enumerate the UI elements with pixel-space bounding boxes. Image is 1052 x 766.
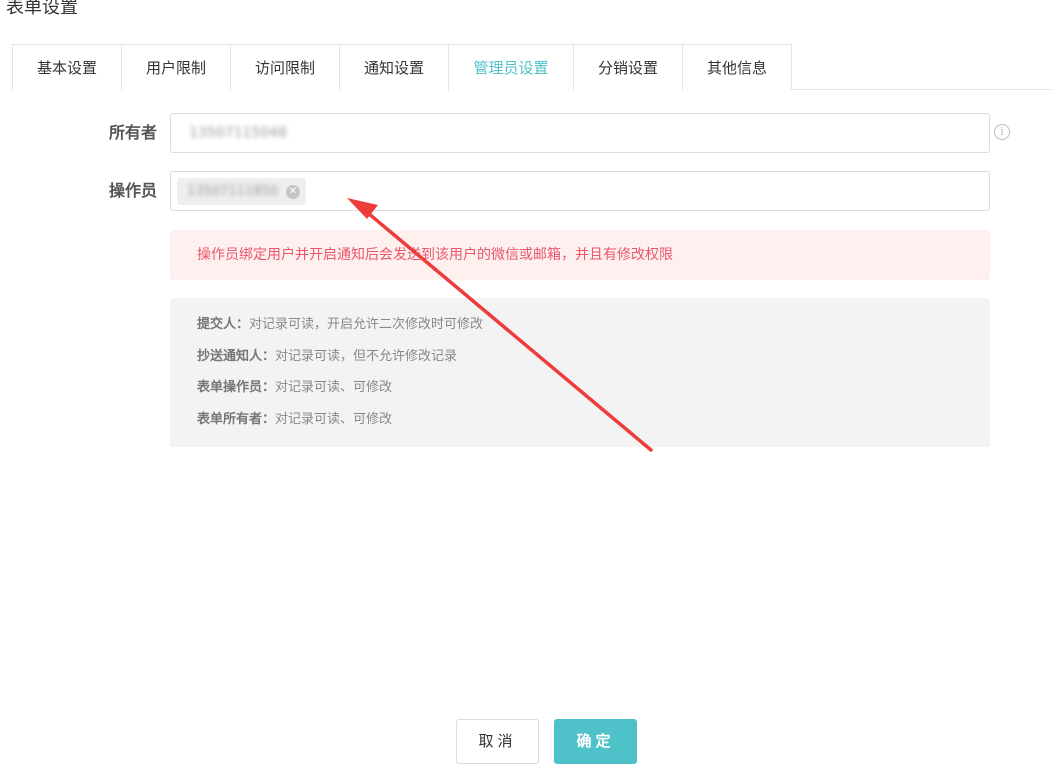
operator-tag-value: 13507111850: [187, 184, 278, 199]
role-name: 表单操作员：: [197, 380, 276, 395]
close-circle-icon[interactable]: ✕: [285, 184, 300, 199]
form-settings-page: 表单设置 基本设置 用户限制 访问限制 通知设置 管理员设置 分销设置 其他信息…: [0, 0, 1052, 766]
role-desc: 对记录可读，但不允许修改记录: [275, 348, 458, 364]
tab-user-limits[interactable]: 用户限制: [121, 44, 230, 90]
operator-tag: 13507111850 ✕: [177, 178, 306, 205]
owner-label: 所有者: [108, 123, 157, 142]
role-name: 表单所有者：: [197, 411, 276, 427]
tab-admin-settings[interactable]: 管理员设置: [448, 44, 573, 91]
role-item: 抄送通知人：对记录可读，但不允许修改记录: [197, 349, 990, 365]
confirm-button[interactable]: 确定: [554, 719, 637, 764]
role-desc: 对记录可读、可修改: [275, 411, 393, 427]
info-circle-icon[interactable]: i: [994, 124, 1010, 140]
role-name: 抄送通知人：: [197, 348, 276, 364]
role-item: 表单操作员：对记录可读、可修改: [197, 380, 990, 396]
cancel-button[interactable]: 取消: [456, 719, 539, 764]
role-permissions-box: 提交人：对记录可读，开启允许二次修改时可修改 抄送通知人：对记录可读，但不允许修…: [170, 298, 990, 447]
tab-bar: 基本设置 用户限制 访问限制 通知设置 管理员设置 分销设置 其他信息: [12, 44, 1052, 91]
tab-notification-settings[interactable]: 通知设置: [339, 44, 448, 90]
role-desc: 对记录可读，开启允许二次修改时可修改: [249, 317, 484, 332]
tab-basic-settings[interactable]: 基本设置: [12, 44, 121, 90]
role-name: 提交人：: [197, 317, 250, 332]
operator-input[interactable]: 13507111850 ✕: [170, 171, 990, 211]
owner-value: 13507115048: [189, 125, 287, 141]
role-item: 提交人：对记录可读，开启允许二次修改时可修改: [197, 317, 990, 333]
tab-other-info[interactable]: 其他信息: [682, 44, 792, 90]
role-item: 表单所有者：对记录可读、可修改: [197, 412, 990, 428]
operator-notice-alert: 操作员绑定用户并开启通知后会发送到该用户的微信或邮箱，并且有修改权限: [170, 230, 990, 280]
operator-label: 操作员: [108, 181, 157, 200]
tab-distribution-settings[interactable]: 分销设置: [573, 44, 682, 90]
role-desc: 对记录可读、可修改: [275, 380, 393, 395]
tab-access-limits[interactable]: 访问限制: [230, 44, 339, 90]
owner-input[interactable]: 13507115048: [170, 113, 990, 153]
page-title: 表单设置: [6, 0, 78, 18]
